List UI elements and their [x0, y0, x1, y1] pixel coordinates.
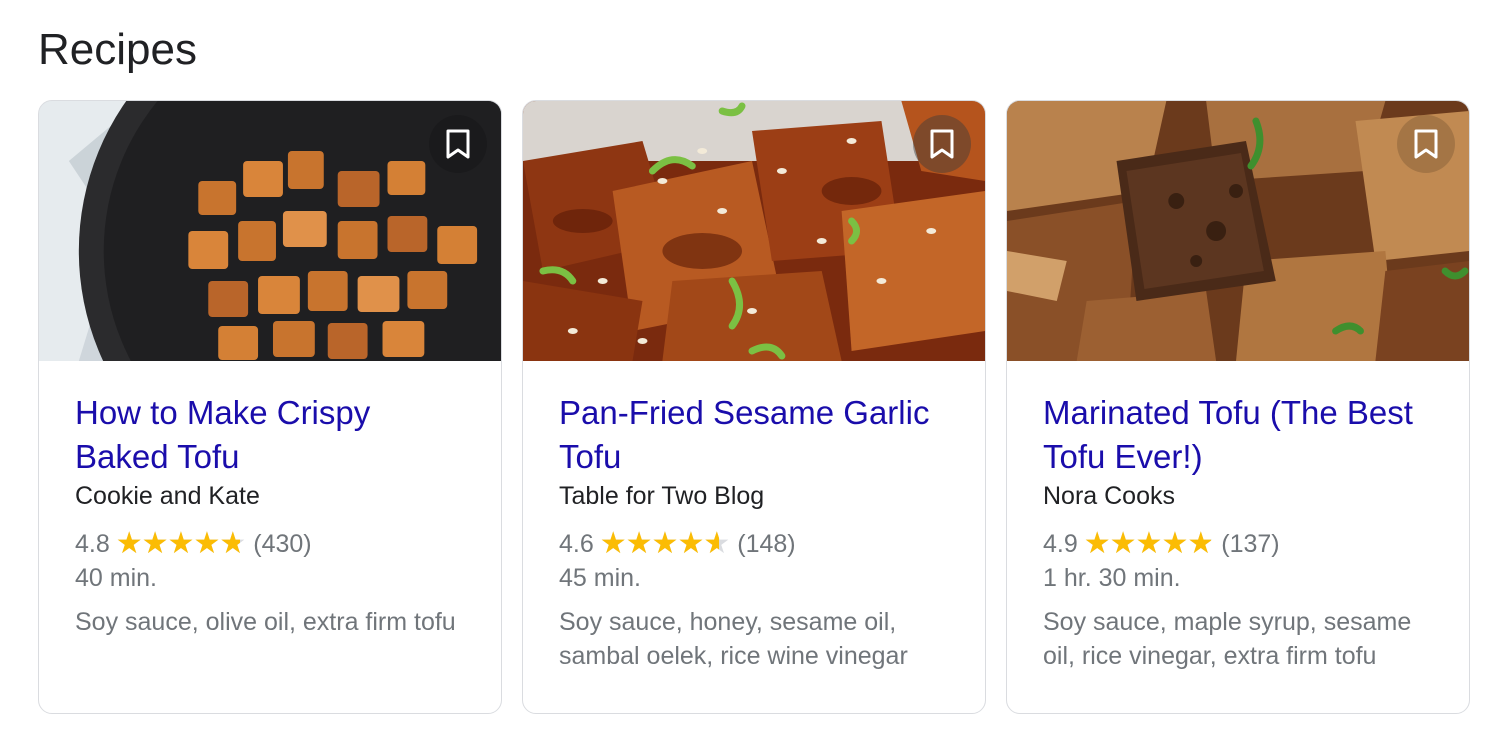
- recipe-source: Cookie and Kate: [75, 482, 260, 510]
- card-body: Pan-Fried Sesame Garlic Tofu Table for T…: [523, 361, 985, 673]
- section-title: Recipes: [38, 25, 197, 74]
- recipe-image[interactable]: [39, 101, 501, 361]
- card-body: How to Make Crispy Baked Tofu Cookie and…: [39, 361, 501, 639]
- star-rating: ★★★★★ ★★★★★: [115, 526, 246, 561]
- ingredients: Soy sauce, honey, sesame oil, sambal oel…: [559, 608, 908, 670]
- rating-row: 4.6 ★★★★★ ★★★★★ (148): [559, 527, 949, 561]
- recipe-source: Table for Two Blog: [559, 482, 765, 510]
- star-rating: ★★★★★ ★★★★★: [599, 526, 730, 561]
- recipe-title-link[interactable]: How to Make Crispy Baked Tofu: [75, 391, 465, 479]
- bookmark-icon: [1414, 129, 1438, 159]
- cook-time: 40 min.: [75, 564, 157, 592]
- rating-value: 4.8: [75, 530, 110, 558]
- save-button[interactable]: [1397, 115, 1455, 173]
- recipe-card[interactable]: Pan-Fried Sesame Garlic Tofu Table for T…: [522, 100, 986, 714]
- recipe-image[interactable]: [523, 101, 985, 361]
- rating-value: 4.9: [1043, 530, 1078, 558]
- cook-time: 1 hr. 30 min.: [1043, 564, 1181, 592]
- review-count: (137): [1221, 530, 1280, 558]
- review-count: (148): [737, 530, 796, 558]
- rating-row: 4.9 ★★★★★ ★★★★★ (137): [1043, 527, 1433, 561]
- review-count: (430): [253, 530, 312, 558]
- recipe-title-link[interactable]: Pan-Fried Sesame Garlic Tofu: [559, 391, 949, 479]
- bookmark-icon: [446, 129, 470, 159]
- recipe-card[interactable]: How to Make Crispy Baked Tofu Cookie and…: [38, 100, 502, 714]
- save-button[interactable]: [913, 115, 971, 173]
- rating-row: 4.8 ★★★★★ ★★★★★ (430): [75, 527, 465, 561]
- recipe-image[interactable]: [1007, 101, 1469, 361]
- rating-value: 4.6: [559, 530, 594, 558]
- star-rating: ★★★★★ ★★★★★: [1083, 526, 1214, 561]
- recipe-source: Nora Cooks: [1043, 482, 1175, 510]
- recipe-carousel: How to Make Crispy Baked Tofu Cookie and…: [38, 100, 1470, 714]
- recipe-title-link[interactable]: Marinated Tofu (The Best Tofu Ever!): [1043, 391, 1433, 479]
- bookmark-icon: [930, 129, 954, 159]
- ingredients: Soy sauce, maple syrup, sesame oil, rice…: [1043, 608, 1412, 670]
- save-button[interactable]: [429, 115, 487, 173]
- ingredients: Soy sauce, olive oil, extra firm tofu: [75, 608, 456, 636]
- recipe-card[interactable]: Marinated Tofu (The Best Tofu Ever!) Nor…: [1006, 100, 1470, 714]
- cook-time: 45 min.: [559, 564, 641, 592]
- card-body: Marinated Tofu (The Best Tofu Ever!) Nor…: [1007, 361, 1469, 673]
